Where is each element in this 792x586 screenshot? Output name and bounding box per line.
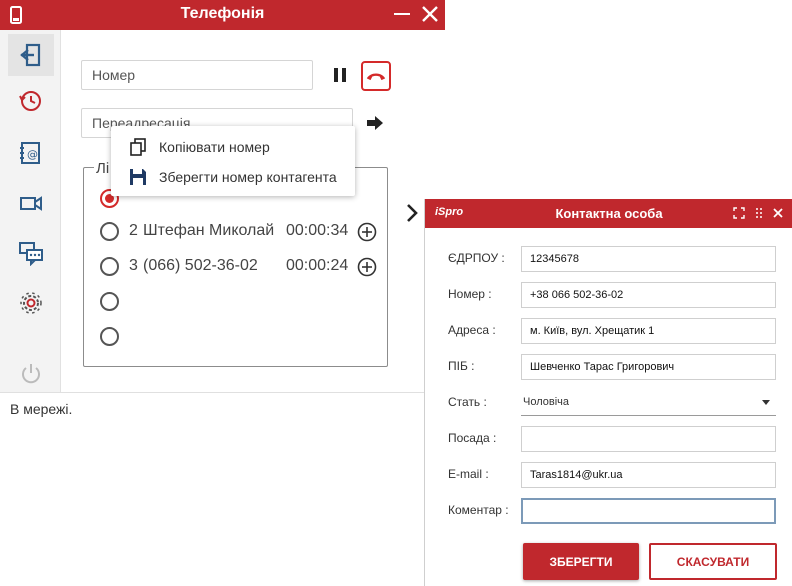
position-row: Посада : bbox=[425, 426, 792, 452]
fullscreen-icon[interactable] bbox=[733, 207, 745, 219]
gender-row: Стать : Чоловіча bbox=[425, 390, 792, 416]
edrpou-row: ЄДРПОУ : bbox=[425, 246, 792, 272]
pib-input[interactable] bbox=[521, 354, 776, 380]
cancel-button[interactable]: СКАСУВАТИ bbox=[649, 543, 777, 580]
pib-row: ПІБ : bbox=[425, 354, 792, 380]
email-label: E-mail : bbox=[448, 467, 489, 481]
telephony-title: Телефонія bbox=[180, 5, 265, 22]
drag-handle-icon[interactable] bbox=[753, 207, 765, 219]
floppy-disk-icon bbox=[130, 169, 146, 185]
power-icon bbox=[22, 364, 40, 384]
video-camera-icon bbox=[20, 196, 42, 211]
line-row-3[interactable]: 3 (066) 502-36-02 00:00:24 bbox=[100, 255, 380, 279]
position-label: Посада : bbox=[448, 431, 497, 445]
save-button[interactable]: ЗБЕРЕГТИ bbox=[523, 543, 639, 580]
line-index: 3 bbox=[129, 257, 138, 274]
context-menu: Копіювати номер Зберегти номер контагент… bbox=[111, 126, 355, 196]
address-book-icon: @ bbox=[20, 142, 40, 164]
line-row-5[interactable] bbox=[100, 325, 380, 349]
sidebar-item-history[interactable] bbox=[8, 80, 54, 122]
login-arrow-icon bbox=[20, 43, 41, 67]
close-icon[interactable] bbox=[772, 207, 784, 219]
sidebar-item-video[interactable] bbox=[8, 182, 54, 224]
forward-arrow-icon[interactable] bbox=[366, 114, 384, 132]
address-row: Адреса : bbox=[425, 318, 792, 344]
line-radio-2[interactable] bbox=[100, 222, 119, 241]
context-menu-label: Зберегти номер контагента bbox=[159, 169, 337, 185]
telephony-window: Телефонія @ Номер Переадресація Лі 2 Ште… bbox=[0, 0, 445, 586]
sidebar: @ bbox=[0, 30, 61, 392]
hangup-phone-icon bbox=[366, 73, 386, 80]
sidebar-item-calls[interactable] bbox=[8, 34, 54, 76]
phone-row: Номер : bbox=[425, 282, 792, 308]
telephony-titlebar: Телефонія bbox=[0, 0, 445, 30]
close-icon[interactable] bbox=[420, 4, 440, 24]
contact-titlebar: iSpro Контактна особа bbox=[425, 199, 792, 228]
gender-label: Стать : bbox=[448, 395, 487, 409]
context-menu-label: Копіювати номер bbox=[159, 139, 270, 155]
sidebar-item-chat[interactable] bbox=[8, 232, 54, 274]
comment-input[interactable] bbox=[521, 498, 776, 524]
line-radio-3[interactable] bbox=[100, 257, 119, 276]
lines-group-label: Лі bbox=[94, 160, 112, 177]
contact-dialog: iSpro Контактна особа ЄДРПОУ : Номер : А… bbox=[424, 199, 792, 586]
comment-row: Коментар : bbox=[425, 498, 792, 524]
line-index: 2 bbox=[129, 222, 138, 239]
gender-selected-value: Чоловіча bbox=[523, 396, 570, 408]
line-row-4[interactable] bbox=[100, 290, 380, 314]
line-radio-5[interactable] bbox=[100, 327, 119, 346]
hangup-button[interactable] bbox=[361, 61, 391, 91]
phone-number-input[interactable] bbox=[81, 60, 313, 90]
history-clock-icon bbox=[19, 91, 41, 111]
context-menu-save-number[interactable]: Зберегти номер контагента bbox=[111, 162, 355, 192]
gear-icon bbox=[20, 292, 42, 314]
minimize-icon[interactable] bbox=[393, 4, 411, 24]
email-row: E-mail : bbox=[425, 462, 792, 488]
edrpou-input[interactable] bbox=[521, 246, 776, 272]
position-input[interactable] bbox=[521, 426, 776, 452]
svg-text:@: @ bbox=[27, 148, 38, 161]
gender-select[interactable]: Чоловіча bbox=[521, 390, 776, 416]
email-input[interactable] bbox=[521, 462, 776, 488]
address-input[interactable] bbox=[521, 318, 776, 344]
copy-icon bbox=[130, 138, 146, 156]
line-caller-name: Штефан Миколай bbox=[143, 222, 275, 239]
edrpou-label: ЄДРПОУ : bbox=[448, 251, 505, 265]
status-text: В мережі. bbox=[10, 401, 73, 417]
comment-label: Коментар : bbox=[448, 503, 509, 517]
sidebar-item-power[interactable] bbox=[8, 352, 54, 394]
pib-label: ПІБ : bbox=[448, 359, 475, 373]
phone-input[interactable] bbox=[521, 282, 776, 308]
line-caller-name: (066) 502-36-02 bbox=[143, 257, 258, 274]
line-duration: 00:00:34 bbox=[286, 222, 349, 239]
add-circle-icon[interactable] bbox=[357, 222, 377, 242]
chevron-right-icon[interactable] bbox=[404, 202, 420, 224]
dropdown-caret-icon bbox=[762, 400, 770, 405]
address-label: Адреса : bbox=[448, 323, 496, 337]
line-row-2[interactable]: 2 Штефан Миколай 00:00:34 bbox=[100, 220, 380, 244]
line-radio-4[interactable] bbox=[100, 292, 119, 311]
status-bar: В мережі. bbox=[0, 392, 445, 586]
chat-bubbles-icon bbox=[19, 242, 43, 266]
add-circle-icon[interactable] bbox=[357, 257, 377, 277]
line-duration: 00:00:24 bbox=[286, 257, 349, 274]
phone-label: Номер : bbox=[448, 287, 492, 301]
sidebar-item-settings[interactable] bbox=[8, 282, 54, 324]
sidebar-item-contacts[interactable]: @ bbox=[8, 132, 54, 174]
context-menu-copy-number[interactable]: Копіювати номер bbox=[111, 132, 355, 162]
pause-icon[interactable] bbox=[330, 65, 350, 85]
